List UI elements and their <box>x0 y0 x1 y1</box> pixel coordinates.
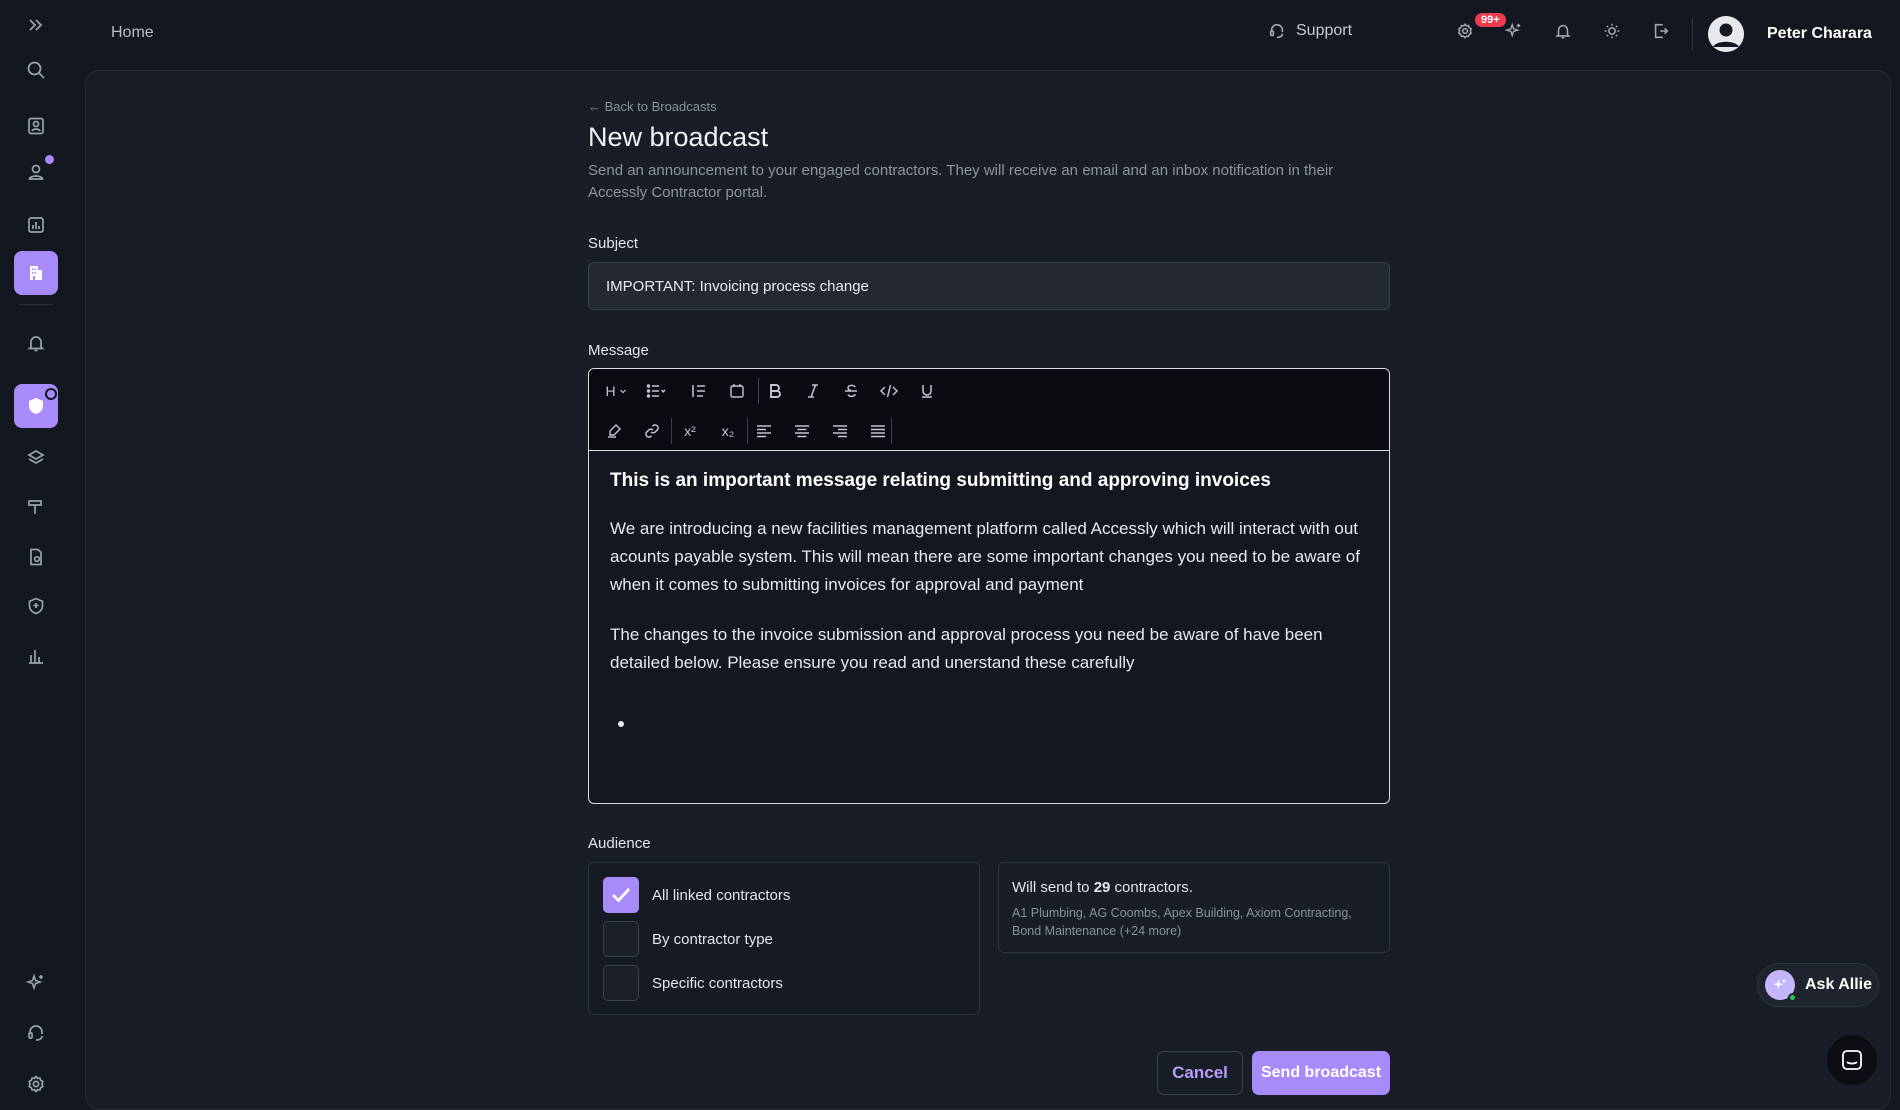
audience-option-label: All linked contractors <box>652 886 791 904</box>
sidebar-divider <box>19 304 53 305</box>
check-icon <box>612 888 631 903</box>
audience-option-label: By contractor type <box>652 930 773 948</box>
headset-icon <box>1268 22 1286 40</box>
checkbox-checked[interactable] <box>603 877 639 913</box>
heading-label: H <box>605 383 616 399</box>
contacts-icon[interactable] <box>14 104 58 148</box>
underline-icon[interactable] <box>912 376 942 406</box>
audience-option-specific[interactable]: Specific contractors <box>603 965 783 1001</box>
align-center-icon[interactable] <box>787 416 817 446</box>
toolbar-separator <box>758 378 759 404</box>
strikethrough-icon[interactable] <box>836 376 866 406</box>
toolbar-separator <box>891 418 892 444</box>
bar-chart-icon[interactable] <box>14 634 58 678</box>
back-to-broadcasts-link[interactable]: ← Back to Broadcasts <box>588 99 717 114</box>
online-status-dot <box>1788 993 1797 1002</box>
reports-icon[interactable] <box>14 203 58 247</box>
subscript-button[interactable]: x₂ <box>713 416 743 446</box>
checkbox-unchecked[interactable] <box>603 965 639 1001</box>
support-button[interactable]: Support <box>1268 22 1352 40</box>
audience-option-type[interactable]: By contractor type <box>603 921 773 957</box>
message-editor[interactable]: H x² x₂ This is an important message rel… <box>588 368 1390 804</box>
page-title: New broadcast <box>588 122 769 152</box>
shield-notification-dot <box>45 388 57 400</box>
bold-icon[interactable] <box>760 376 790 406</box>
align-justify-icon[interactable] <box>863 416 893 446</box>
inline-code-icon[interactable] <box>874 376 904 406</box>
user-notification-dot <box>45 155 54 164</box>
page-description: Send an announcement to your engaged con… <box>588 162 1334 201</box>
avatar[interactable] <box>1708 16 1744 52</box>
editor-toolbar: H x² x₂ <box>589 369 1389 451</box>
audience-option-all[interactable]: All linked contractors <box>603 877 790 913</box>
topbar-divider <box>1692 18 1693 50</box>
sparkle-icon[interactable] <box>14 961 58 1005</box>
sparkle-icon[interactable] <box>1505 22 1523 40</box>
audience-label: Audience <box>588 835 651 852</box>
align-right-icon[interactable] <box>825 416 855 446</box>
ask-allie-button[interactable]: Ask Allie <box>1757 963 1879 1007</box>
chat-launcher-icon[interactable] <box>1827 1035 1877 1085</box>
align-left-icon[interactable] <box>749 416 779 446</box>
highlighter-icon[interactable] <box>599 416 629 446</box>
message-paragraph-2: The changes to the invoice submission an… <box>610 625 1323 672</box>
code-block-icon[interactable] <box>722 376 752 406</box>
send-summary: Will send to 29 contractors. A1 Plumbing… <box>998 862 1390 953</box>
allie-sparkle-icon <box>1765 970 1797 1002</box>
send-summary-names: A1 Plumbing, AG Coombs, Apex Building, A… <box>1012 906 1352 938</box>
bell-icon[interactable] <box>1554 22 1572 40</box>
toolbar-separator <box>671 418 672 444</box>
list-dropdown-button[interactable] <box>639 376 673 406</box>
tools-icon[interactable] <box>14 485 58 529</box>
toolbar-separator <box>747 418 748 444</box>
heading-dropdown-button[interactable]: H <box>599 376 633 406</box>
message-paragraph-1: We are introducing a new facilities mana… <box>610 519 1360 594</box>
support-label: Support <box>1296 22 1353 39</box>
bell-icon[interactable] <box>14 321 58 365</box>
document-icon[interactable] <box>14 535 58 579</box>
send-broadcast-button[interactable]: Send broadcast <box>1252 1051 1390 1095</box>
settings-gear-icon[interactable] <box>1456 22 1474 40</box>
expand-sidebar-icon[interactable] <box>14 3 58 47</box>
editor-content[interactable]: This is an important message relating su… <box>610 467 1370 699</box>
broadcasts-building-icon[interactable] <box>14 251 58 295</box>
settings-gear-icon[interactable] <box>14 1062 58 1106</box>
superscript-button[interactable]: x² <box>675 416 705 446</box>
headset-icon[interactable] <box>14 1011 58 1055</box>
notification-badge: 99+ <box>1475 13 1506 27</box>
search-icon[interactable] <box>14 48 58 92</box>
sun-theme-icon[interactable] <box>1603 22 1621 40</box>
audience-options: All linked contractors By contractor typ… <box>588 862 980 1015</box>
italic-icon[interactable] <box>798 376 828 406</box>
logout-icon[interactable] <box>1652 22 1670 40</box>
checkbox-unchecked[interactable] <box>603 921 639 957</box>
ask-allie-label: Ask Allie <box>1805 976 1872 993</box>
breadcrumb-home[interactable]: Home <box>111 24 154 42</box>
message-heading: This is an important message relating su… <box>610 470 1271 491</box>
bullet-list-item <box>618 721 624 727</box>
subject-input[interactable] <box>588 262 1390 310</box>
user-name[interactable]: Peter Charara <box>1767 25 1872 43</box>
link-icon[interactable] <box>637 416 667 446</box>
sidebar <box>0 0 72 1102</box>
audience-option-label: Specific contractors <box>652 974 783 992</box>
layers-icon[interactable] <box>14 436 58 480</box>
blockquote-icon[interactable] <box>684 376 714 406</box>
send-summary-count: Will send to 29 contractors. <box>1012 879 1193 896</box>
message-label: Message <box>588 342 649 359</box>
cancel-button[interactable]: Cancel <box>1157 1051 1243 1095</box>
subject-label: Subject <box>588 235 639 252</box>
topbar: Home <box>72 0 1900 68</box>
shield-plus-icon[interactable] <box>14 584 58 628</box>
